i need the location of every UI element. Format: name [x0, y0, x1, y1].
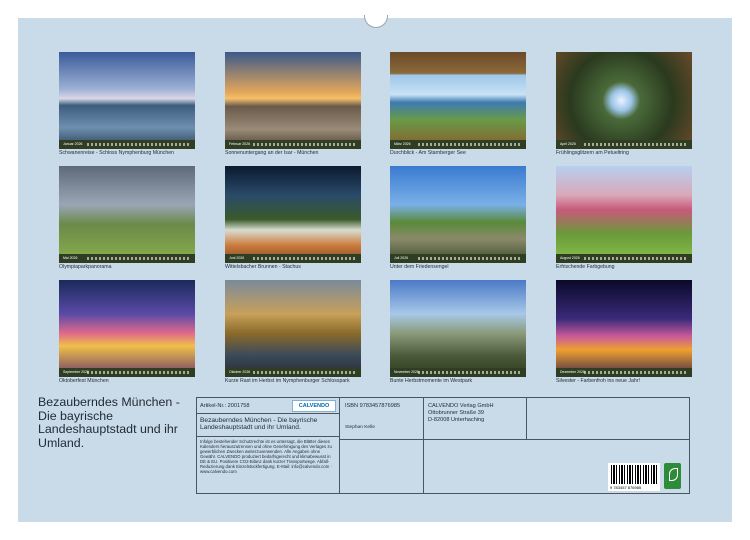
month-caption: Schwanenreise - Schloss Nymphenburg Münc… [59, 150, 175, 156]
month-strip: September 2026 [59, 368, 195, 377]
divider [526, 397, 527, 439]
month-label: März 2026 [394, 142, 411, 146]
month-thumbnail: Juni 2026 [225, 166, 361, 263]
day-row [584, 143, 688, 146]
month-thumbnail: Januar 2026 [59, 52, 195, 149]
article-number: Artikel-Nr.: 2001758 [200, 403, 250, 409]
divider [339, 439, 690, 440]
publisher-street: Ottobrunner Straße 39 [428, 410, 484, 416]
month-caption: Silvester - Farbenfroh ins neue Jahr! [556, 378, 640, 384]
month-thumbnail: September 2026 [59, 280, 195, 377]
day-row [418, 143, 522, 146]
month-strip: Juni 2026 [225, 254, 361, 263]
month-strip: Oktober 2026 [225, 368, 361, 377]
day-row [253, 257, 357, 260]
day-row [584, 257, 688, 260]
day-row [87, 143, 191, 146]
legal-notice: Infolge bestehender Schutzrechte ist es … [200, 439, 332, 474]
month-strip: Mai 2026 [59, 254, 195, 263]
month-strip: Februar 2026 [225, 140, 361, 149]
month-caption: Olympiaparkpanorama [59, 264, 112, 270]
month-strip: März 2026 [390, 140, 526, 149]
month-label: Dezember 2026 [560, 370, 585, 374]
day-row [584, 371, 688, 374]
month-strip: April 2026 [556, 140, 692, 149]
day-row [418, 371, 522, 374]
publisher-name: CALVENDO Verlag GmbH [428, 403, 494, 409]
month-caption: Frühlingsglitzern am Petueltring [556, 150, 629, 156]
month-thumbnail: Oktober 2026 [225, 280, 361, 377]
month-thumbnail: April 2026 [556, 52, 692, 149]
isbn: ISBN 9783457876985 [345, 403, 401, 409]
barcode-bars [611, 465, 657, 484]
month-label: Januar 2026 [63, 142, 83, 146]
month-caption: Bunte Herbstmomente im Westpark [390, 378, 473, 384]
month-label: Mai 2026 [63, 256, 78, 260]
month-caption: Durchblick - Am Starnberger See [390, 150, 466, 156]
month-strip: August 2026 [556, 254, 692, 263]
calvendo-logo: CALVENDO [292, 400, 336, 412]
divider [339, 397, 340, 494]
month-thumbnail: November 2026 [390, 280, 526, 377]
month-strip: Dezember 2026 [556, 368, 692, 377]
calendar-title: Bezauberndes München - Die bayrische Lan… [38, 395, 180, 450]
leaf-icon [669, 468, 678, 481]
divider [196, 413, 339, 414]
month-label: Juni 2026 [229, 256, 245, 260]
barcode: 9 783457 876985 [608, 463, 660, 491]
month-strip: Januar 2026 [59, 140, 195, 149]
fsc-leaf-icon [664, 463, 681, 489]
month-label: November 2026 [394, 370, 419, 374]
month-caption: Sonnenuntergang an der Isar - München [225, 150, 319, 156]
day-row [418, 257, 522, 260]
month-caption: Unter dem Friedensengel [390, 264, 449, 270]
day-row [87, 257, 191, 260]
month-strip: November 2026 [390, 368, 526, 377]
month-thumbnail: August 2026 [556, 166, 692, 263]
month-label: Oktober 2026 [229, 370, 251, 374]
month-label: Februar 2026 [229, 142, 251, 146]
month-label: April 2026 [560, 142, 576, 146]
month-strip: Juli 2026 [390, 254, 526, 263]
divider [196, 436, 339, 437]
month-label: Juli 2026 [394, 256, 409, 260]
month-thumbnail: Februar 2026 [225, 52, 361, 149]
author: Stephan Kelle [345, 425, 375, 430]
month-caption: Oktoberfest München [59, 378, 109, 384]
month-thumbnail: März 2026 [390, 52, 526, 149]
divider [423, 397, 424, 494]
barcode-number: 9 783457 876985 [610, 485, 642, 490]
month-caption: Erfrischende Farbgebung [556, 264, 615, 270]
month-thumbnail: Dezember 2026 [556, 280, 692, 377]
month-label: September 2026 [63, 370, 89, 374]
day-row [87, 371, 191, 374]
month-thumbnail: Mai 2026 [59, 166, 195, 263]
subtitle: Bezauberndes München - Die bayrische Lan… [200, 417, 318, 432]
month-caption: Kurze Rast im Herbst im Nymphenburger Sc… [225, 378, 350, 384]
publisher-city: D-82008 Unterhaching [428, 417, 485, 423]
month-caption: Wittelsbacher Brunnen - Stachus [225, 264, 301, 270]
month-label: August 2026 [560, 256, 580, 260]
day-row [253, 371, 357, 374]
month-thumbnail: Juli 2026 [390, 166, 526, 263]
day-row [253, 143, 357, 146]
